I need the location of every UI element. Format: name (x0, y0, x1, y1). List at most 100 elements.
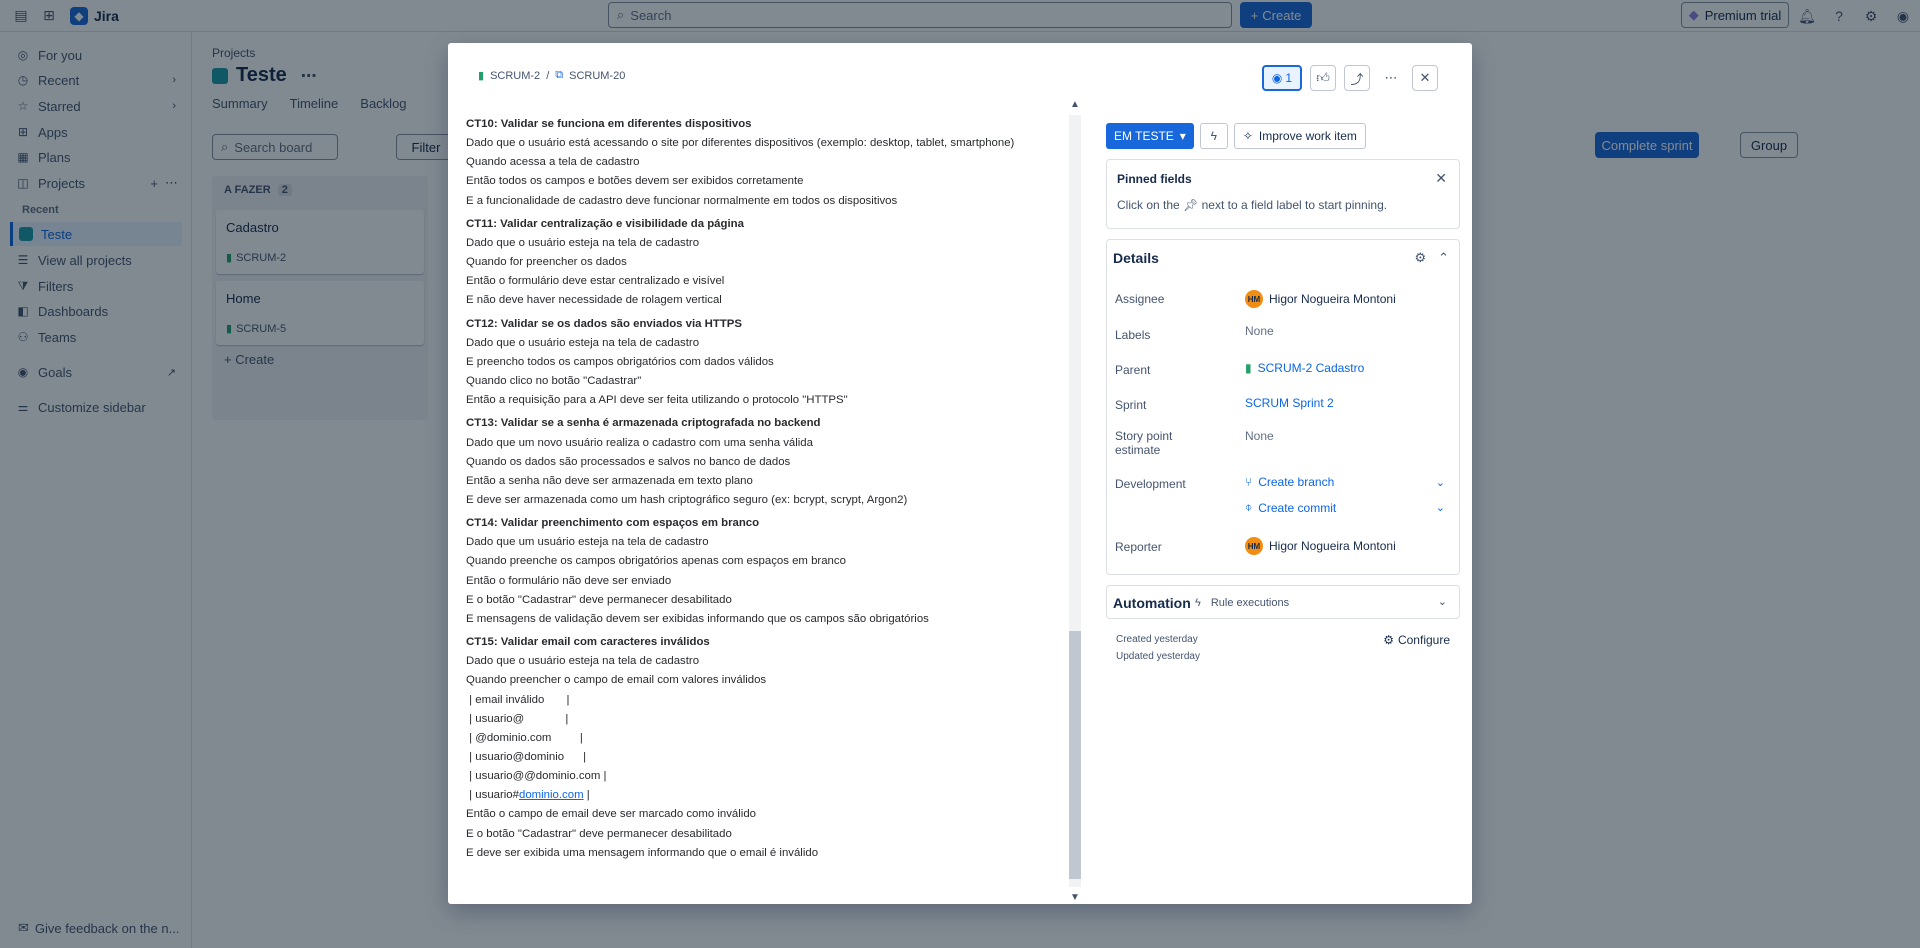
create-commit-link[interactable]: ⌽ Create commit (1245, 500, 1336, 515)
description-link[interactable]: dominio.com (519, 789, 584, 801)
watch-button[interactable]: ◉ 1 (1262, 65, 1302, 91)
pinned-hint-before: Click on the (1117, 198, 1180, 212)
description-line: Dado que um novo usuário realiza o cadas… (466, 436, 813, 449)
reporter-value[interactable]: HM Higor Nogueira Montoni (1245, 537, 1396, 555)
thumbs-up-icon: 👍︎ (1316, 70, 1330, 85)
reporter-name: Higor Nogueira Montoni (1269, 539, 1396, 553)
rule-executions-label: Rule executions (1210, 597, 1290, 609)
create-branch-link[interactable]: ⑂ Create branch (1245, 475, 1334, 489)
updated-timestamp: Updated yesterday (1116, 651, 1200, 662)
chevron-down-icon[interactable]: ⌄ (1436, 476, 1445, 489)
description-line: Quando preencher o campo de email com va… (466, 674, 767, 687)
description-line: | @dominio.com | (466, 731, 583, 744)
subtask-icon: ⧉ (555, 69, 564, 81)
chevron-up-icon[interactable]: ⌃ (1438, 250, 1449, 266)
description-line: E preencho todos os campos obrigatórios … (466, 355, 774, 368)
breadcrumb-current-link[interactable]: SCRUM-20 (569, 70, 625, 82)
status-toolbar: EM TESTE ▾ ϟ ✧ Improve work item (1106, 123, 1460, 149)
lightning-icon: ϟ (1195, 597, 1201, 609)
story-icon: ▮ (478, 70, 485, 82)
parent-value[interactable]: ▮ SCRUM-2 Cadastro (1245, 361, 1364, 375)
modal-actions: ◉ 1 👍︎ ⤴ ⋯ ✕ (1262, 65, 1438, 91)
close-icon[interactable]: ✕ (1435, 170, 1447, 187)
description-line: E deve ser armazenada como um hash cript… (466, 493, 908, 506)
description-line: Então a requisição para a API deve ser f… (466, 394, 848, 407)
automation-section[interactable]: Automation ϟ Rule executions ⌄ (1106, 585, 1460, 619)
timestamps: Created yesterday Updated yesterday ⚙ Co… (1106, 631, 1460, 671)
sprint-link[interactable]: SCRUM Sprint 2 (1245, 396, 1334, 410)
configure-label: Configure (1397, 633, 1450, 647)
share-icon: ⤴ (1350, 71, 1364, 87)
description-line: Dado que um usuário esteja na tela de ca… (466, 536, 709, 549)
watch-count: 1 (1285, 71, 1293, 85)
avatar: HM (1245, 290, 1263, 308)
chevron-down-icon: ▾ (1179, 129, 1186, 143)
test-case-heading: CT13: Validar se a senha é armazenada cr… (466, 417, 821, 430)
test-case-heading: CT12: Validar se os dados são enviados v… (466, 317, 743, 330)
pinned-fields-title: Pinned fields (1117, 172, 1192, 186)
parent-link: SCRUM-2 Cadastro (1257, 361, 1365, 375)
description-line: E deve ser exibida uma mensagem informan… (466, 846, 819, 859)
share-button[interactable]: ⤴ (1344, 65, 1370, 91)
automation-title: Automation (1113, 595, 1191, 611)
chevron-down-icon[interactable]: ⌄ (1438, 595, 1447, 608)
automation-trigger-button[interactable]: ϟ (1199, 123, 1228, 149)
description-content[interactable]: CT10: Validar se funciona em diferentes … (466, 111, 1046, 861)
description-line: Então todos os campos e botões devem ser… (466, 175, 804, 188)
work-item-breadcrumb: ▮ SCRUM-2 / ⧉ SCRUM-20 (478, 69, 625, 82)
close-icon: ✕ (1419, 70, 1431, 85)
description-line: Então a senha não deve ser armazenada em… (466, 474, 753, 487)
description-line: Dado que o usuário esteja na tela de cad… (466, 336, 700, 349)
description-line: | email inválido | (466, 693, 570, 706)
field-label: Development (1115, 477, 1186, 491)
field-label: Sprint (1115, 398, 1147, 412)
lightning-icon: ϟ (1210, 129, 1217, 143)
chevron-down-icon[interactable]: ⌄ (1436, 501, 1445, 514)
more-actions-button[interactable]: ⋯ (1378, 65, 1404, 91)
description-line: | usuario#dominio.com | (466, 786, 1046, 805)
description-text: | usuario# (466, 789, 519, 802)
improve-label: Improve work item (1258, 129, 1357, 143)
automation-subtitle: ϟ Rule executions (1195, 597, 1289, 609)
work-item-modal: ▮ SCRUM-2 / ⧉ SCRUM-20 ◉ 1 👍︎ ⤴ ⋯ ✕ CT10… (448, 43, 1472, 904)
pin-icon: 📌︎ (1183, 198, 1199, 212)
breadcrumb-parent-link[interactable]: SCRUM-2 (490, 70, 540, 82)
description-line: E o botão "Cadastrar" deve permanecer de… (466, 593, 732, 606)
scroll-down-icon[interactable]: ▼ (1070, 892, 1080, 903)
description-line: Então o formulário não deve ser enviado (466, 574, 672, 587)
assignee-value[interactable]: HM Higor Nogueira Montoni (1245, 290, 1396, 308)
status-dropdown[interactable]: EM TESTE ▾ (1106, 123, 1194, 149)
description-line: Dado que o usuário esteja na tela de cad… (466, 236, 700, 249)
details-panel: EM TESTE ▾ ϟ ✧ Improve work item Pinned … (1106, 123, 1460, 671)
test-case-heading: CT15: Validar email com caracteres invál… (466, 636, 710, 649)
details-title[interactable]: Details (1113, 250, 1159, 266)
close-button[interactable]: ✕ (1412, 65, 1438, 91)
settings-gear-icon[interactable]: ⚙ (1414, 250, 1426, 266)
description-line: Então o formulário deve estar centraliza… (466, 275, 725, 288)
like-button[interactable]: 👍︎ (1310, 65, 1336, 91)
description-line: | usuario@dominio | (466, 751, 587, 763)
description-text: | (583, 789, 590, 802)
pinned-fields-hint: Click on the 📌︎ next to a field label to… (1117, 198, 1449, 212)
scrollbar-thumb[interactable] (1069, 631, 1081, 879)
field-label: Labels (1115, 328, 1151, 342)
description-line: E o botão "Cadastrar" deve permanecer de… (466, 827, 732, 840)
commit-icon: ⌽ (1245, 500, 1253, 514)
story-points-value[interactable]: None (1245, 429, 1274, 443)
description-line: E mensagens de validação devem ser exibi… (466, 612, 929, 625)
scroll-up-icon[interactable]: ▲ (1070, 99, 1080, 110)
timestamps-text: Created yesterday Updated yesterday (1116, 631, 1200, 665)
settings-gear-icon: ⚙ (1383, 633, 1394, 647)
field-label: Story point estimate (1115, 429, 1173, 457)
breadcrumb-separator: / (546, 69, 550, 82)
field-label: Assignee (1115, 292, 1165, 306)
more-options-icon: ⋯ (1384, 70, 1398, 85)
description-scrollbar[interactable]: ▲ ▼ (1068, 99, 1082, 903)
description-line: Quando preenche os campos obrigatórios a… (466, 555, 846, 568)
create-branch-label: Create branch (1258, 475, 1335, 489)
labels-value[interactable]: None (1245, 324, 1274, 338)
description-line: Quando clico no botão "Cadastrar" (466, 375, 642, 388)
improve-work-item-button[interactable]: ✧ Improve work item (1233, 123, 1366, 149)
create-commit-label: Create commit (1258, 500, 1337, 515)
configure-button[interactable]: ⚙ Configure (1383, 633, 1450, 647)
